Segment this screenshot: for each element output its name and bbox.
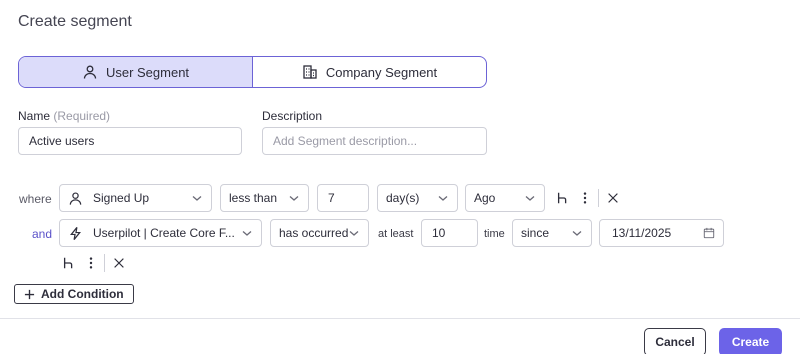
unit-select-value: day(s) — [386, 191, 420, 205]
chevron-down-icon — [242, 231, 252, 236]
time-label: time — [484, 228, 505, 240]
more-options-icon[interactable] — [83, 255, 99, 271]
chevron-down-icon — [525, 196, 535, 201]
name-label-text: Name — [18, 109, 51, 123]
occurrence-operator-select[interactable]: has occurred — [270, 219, 369, 247]
segment-type-toggle: User Segment Company Segment — [18, 56, 487, 88]
user-segment-label: User Segment — [105, 64, 190, 80]
close-icon[interactable] — [605, 190, 621, 206]
event-select[interactable]: Userpilot | Create Core F... — [59, 219, 262, 247]
direction-select[interactable]: Ago — [465, 184, 545, 212]
user-icon — [69, 191, 82, 205]
time-operator-select[interactable]: since — [512, 219, 592, 247]
building-icon — [303, 65, 317, 79]
plus-icon — [24, 289, 35, 299]
description-label: Description — [262, 109, 323, 123]
operator-select-value: less than — [229, 191, 278, 205]
footer-divider — [0, 318, 800, 319]
cancel-button[interactable]: Cancel — [644, 328, 706, 354]
and-connector[interactable]: and — [32, 227, 52, 241]
attribute-select-value: Signed Up — [93, 191, 150, 205]
user-segment-option[interactable]: User Segment — [19, 57, 253, 87]
user-icon — [83, 65, 97, 79]
lightning-icon — [70, 226, 81, 240]
date-value: 13/11/2025 — [612, 226, 672, 240]
value-input[interactable]: 7 — [317, 184, 369, 212]
create-button[interactable]: Create — [719, 328, 782, 354]
hierarchy-icon[interactable] — [61, 255, 77, 271]
time-operator-value: since — [521, 226, 550, 240]
operator-select[interactable]: less than — [220, 184, 309, 212]
name-input[interactable]: Active users — [18, 127, 242, 155]
unit-select[interactable]: day(s) — [377, 184, 458, 212]
close-icon[interactable] — [111, 255, 127, 271]
row-separator — [104, 254, 105, 272]
company-segment-option[interactable]: Company Segment — [253, 57, 486, 87]
row-separator — [598, 189, 599, 207]
direction-select-value: Ago — [474, 191, 496, 205]
more-options-icon[interactable] — [577, 190, 593, 206]
add-condition-button[interactable]: Add Condition — [14, 284, 134, 304]
dialog-title: Create segment — [18, 13, 132, 30]
occurrence-operator-value: has occurred — [279, 226, 348, 240]
required-hint: (Required) — [53, 109, 111, 123]
at-least-label: at least — [378, 228, 414, 240]
calendar-icon — [703, 227, 715, 239]
date-input[interactable]: 13/11/2025 — [599, 219, 724, 247]
chevron-down-icon — [438, 196, 448, 201]
chevron-down-icon — [572, 231, 582, 236]
chevron-down-icon — [192, 196, 202, 201]
add-condition-label: Add Condition — [41, 287, 124, 301]
attribute-select[interactable]: Signed Up — [59, 184, 212, 212]
name-label: Name (Required) — [18, 109, 110, 123]
count-input[interactable]: 10 — [421, 219, 478, 247]
chevron-down-icon — [349, 231, 359, 236]
where-connector: where — [19, 192, 52, 206]
description-input[interactable]: Add Segment description... — [262, 127, 487, 155]
company-segment-label: Company Segment — [325, 64, 438, 80]
event-select-value: Userpilot | Create Core F... — [93, 226, 235, 240]
chevron-down-icon — [289, 196, 299, 201]
hierarchy-icon[interactable] — [555, 190, 571, 206]
